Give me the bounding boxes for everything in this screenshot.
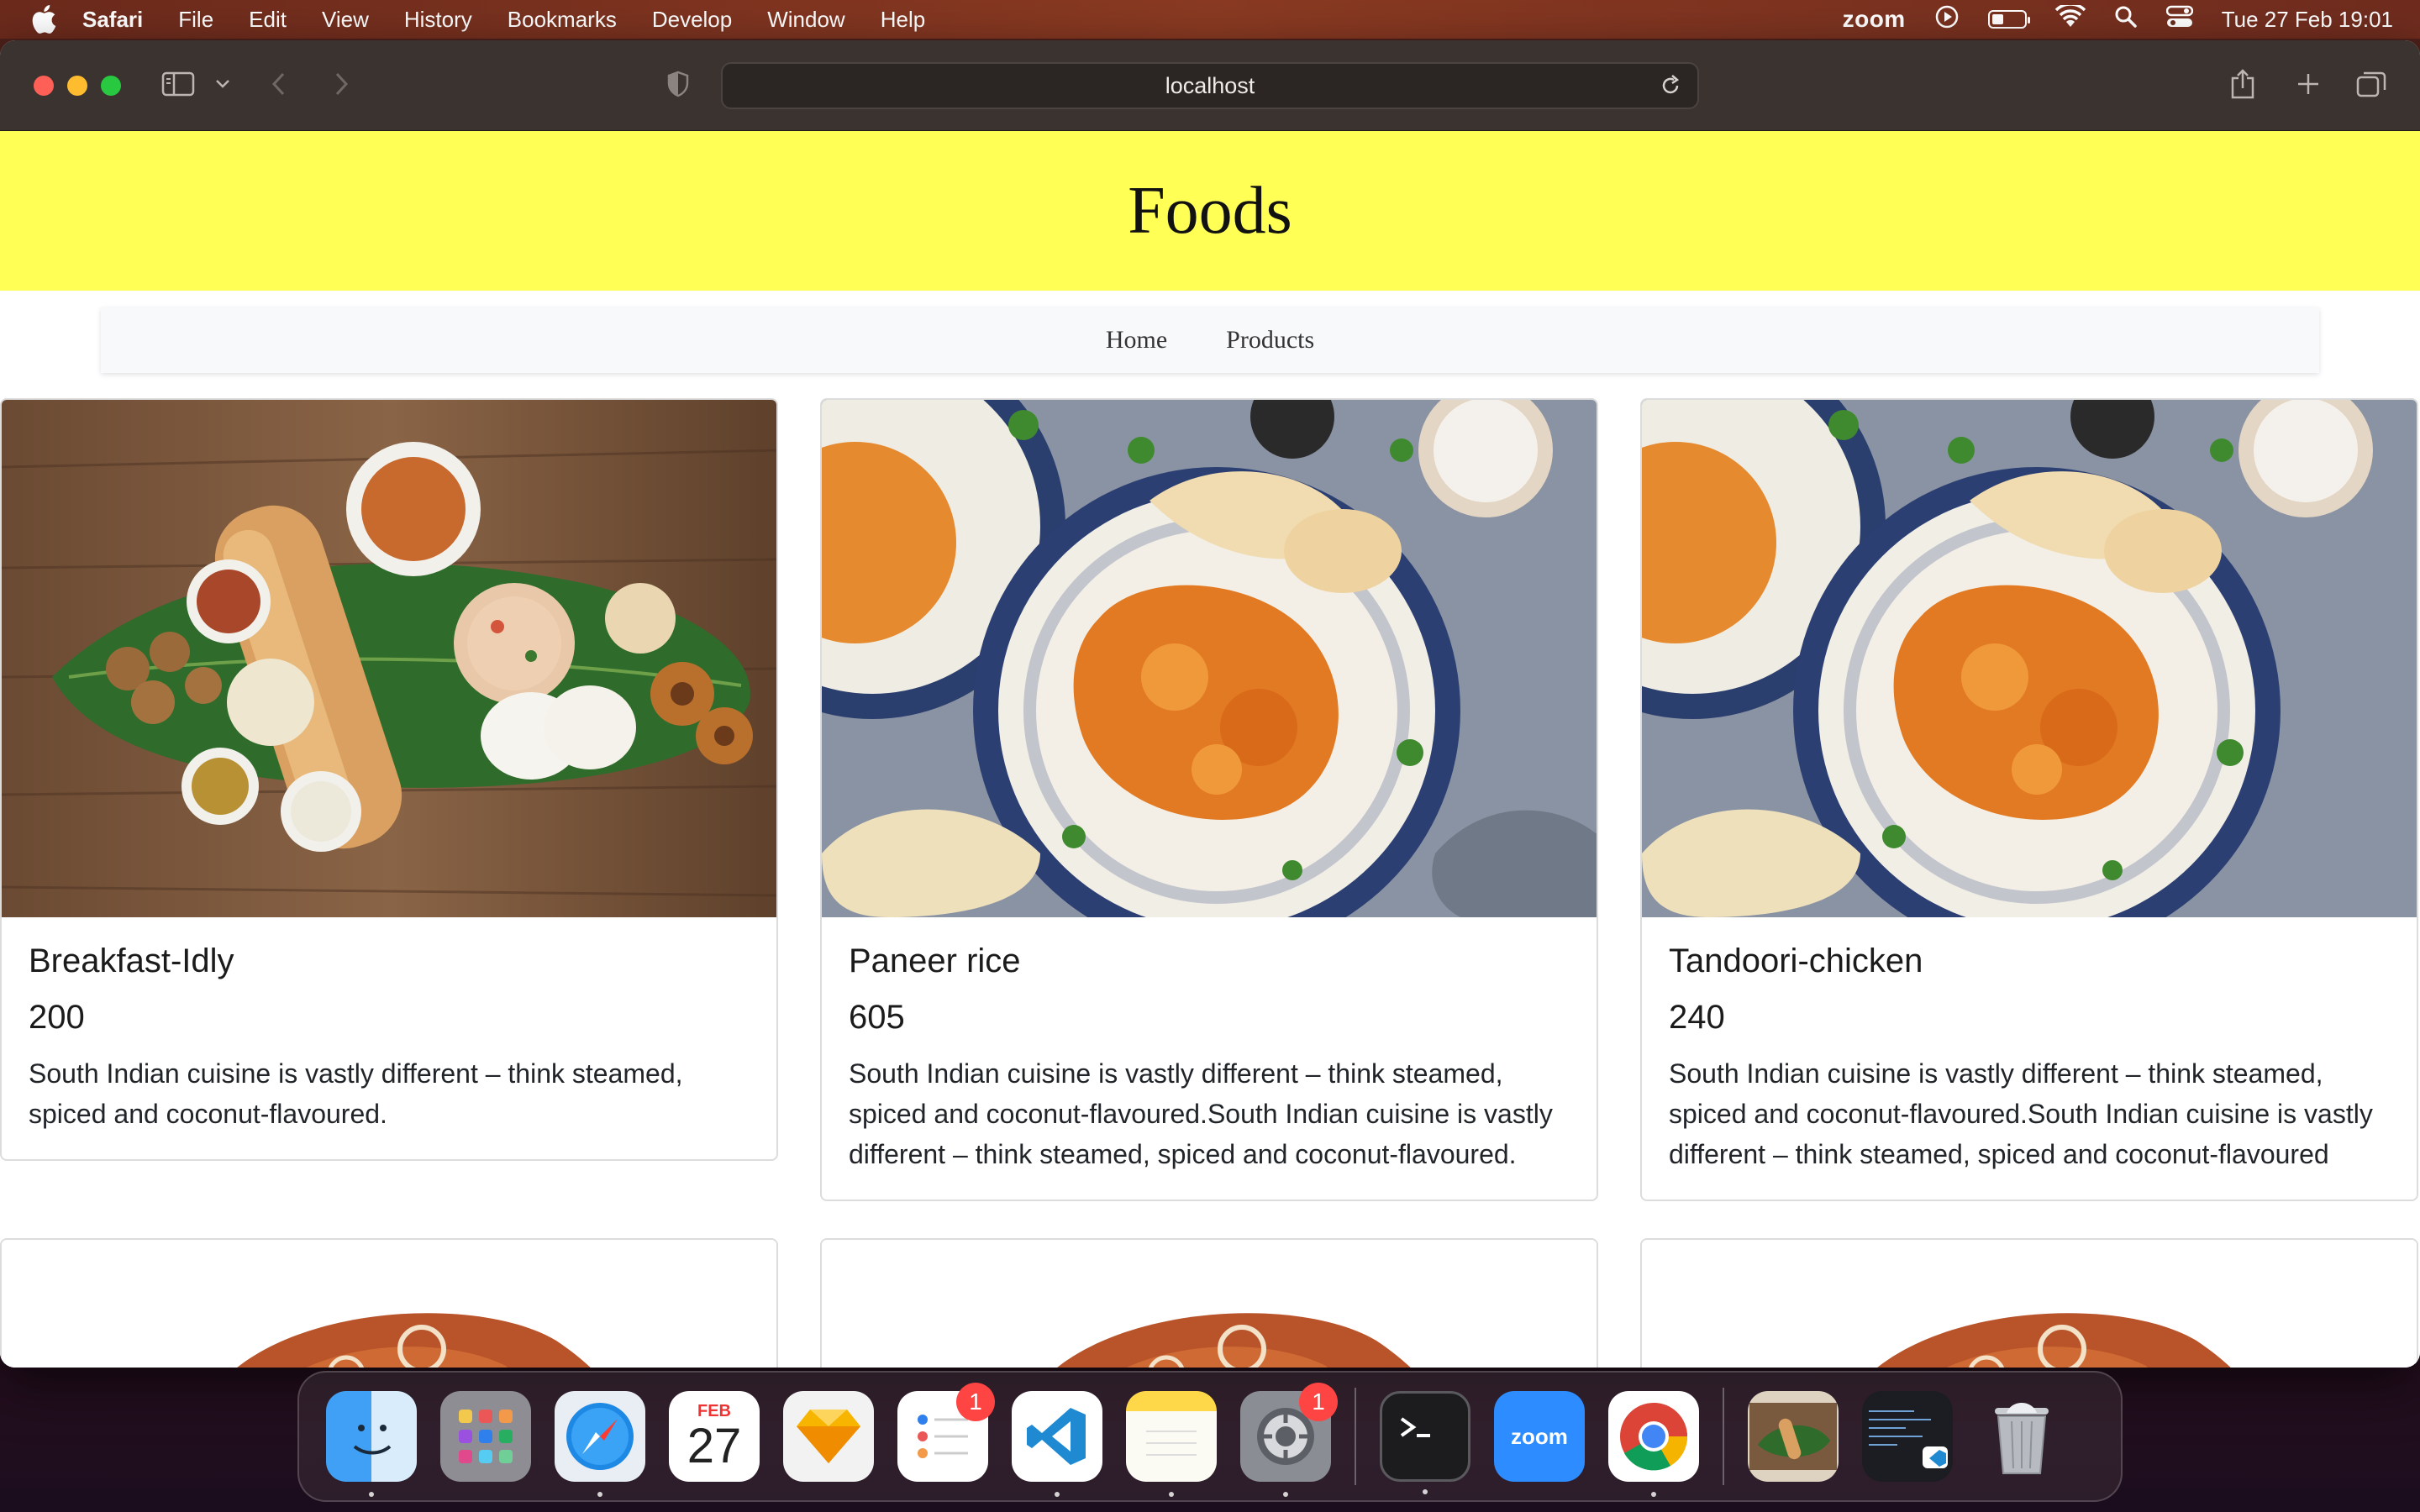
menu-develop[interactable]: Develop (652, 7, 732, 33)
zoom-status-item[interactable]: zoom (1843, 6, 1906, 33)
spotlight-search-icon[interactable] (2114, 5, 2138, 34)
finder-icon[interactable] (326, 1391, 417, 1497)
product-card-partial[interactable] (1640, 1238, 2418, 1368)
battery-icon[interactable] (1987, 10, 2030, 29)
address-text: localhost (1165, 72, 1255, 98)
browser-toolbar: localhost (0, 40, 2420, 131)
page-title: Foods (1128, 173, 1292, 248)
calendar-day: 27 (687, 1418, 742, 1473)
product-card-partial[interactable] (0, 1238, 778, 1368)
safari-window: localhost Foods Home Products Breakfast-… (0, 40, 2420, 1368)
menu-edit[interactable]: Edit (249, 7, 287, 33)
calendar-icon[interactable]: FEB 27 (669, 1391, 760, 1482)
menu-bar: Safari File Edit View History Bookmarks … (0, 0, 2420, 39)
product-image-tandoori-chicken (1642, 400, 2417, 917)
menu-window[interactable]: Window (767, 7, 844, 33)
control-center-icon[interactable] (2165, 5, 2193, 34)
menu-view[interactable]: View (322, 7, 369, 33)
product-image-chicken (2, 1240, 776, 1368)
address-bar[interactable]: localhost (721, 62, 1699, 109)
reload-icon[interactable] (1659, 74, 1682, 103)
product-price: 200 (29, 999, 85, 1036)
running-indicator (369, 1492, 374, 1497)
new-tab-icon[interactable] (2296, 66, 2321, 102)
product-price: 605 (849, 999, 905, 1036)
forward-arrow-icon[interactable] (333, 66, 350, 102)
minimized-window-code-thumbnail[interactable] (1862, 1391, 1953, 1482)
web-page: Foods Home Products Breakfast-Idly 200 S… (0, 131, 2420, 1368)
minimized-window-photo-thumbnail[interactable] (1748, 1391, 1839, 1482)
product-card-body: Paneer rice 605 South Indian cuisine is … (822, 917, 1597, 1200)
running-indicator (597, 1492, 602, 1497)
trash-icon[interactable] (1976, 1391, 2067, 1482)
launchpad-icon[interactable] (440, 1391, 531, 1482)
notes-icon[interactable] (1126, 1391, 1217, 1497)
menu-file[interactable]: File (178, 7, 213, 33)
site-navbar: Home Products (101, 307, 2319, 373)
reminders-icon[interactable]: 1 (897, 1383, 995, 1482)
product-image-breakfast (2, 400, 776, 917)
product-title: Paneer rice (849, 942, 1021, 979)
navbar-container: Home Products (0, 291, 2420, 373)
apple-icon[interactable] (27, 3, 60, 36)
share-icon[interactable] (2230, 66, 2255, 102)
wifi-icon[interactable] (2054, 2, 2086, 34)
product-image-chicken (1642, 1240, 2417, 1368)
product-price: 240 (1669, 999, 1725, 1036)
product-title: Breakfast-Idly (29, 942, 234, 979)
chevron-down-icon[interactable] (215, 66, 230, 102)
product-image-chicken (822, 1240, 1597, 1368)
product-description: South Indian cuisine is vastly different… (849, 1058, 1553, 1169)
minimize-window-button[interactable] (67, 76, 87, 96)
back-arrow-icon[interactable] (271, 66, 287, 102)
sidebar-toggle-icon[interactable] (161, 66, 195, 102)
product-card[interactable]: Paneer rice 605 South Indian cuisine is … (820, 398, 1598, 1201)
fullscreen-window-button[interactable] (101, 76, 121, 96)
sketch-icon[interactable] (783, 1391, 874, 1482)
tab-overview-icon[interactable] (2356, 66, 2386, 102)
product-description: South Indian cuisine is vastly different… (29, 1058, 683, 1129)
product-card[interactable]: Tandoori-chicken 240 South Indian cuisin… (1640, 398, 2418, 1201)
close-window-button[interactable] (34, 76, 54, 96)
menubar-clock[interactable]: Tue 27 Feb 19:01 (2222, 7, 2393, 33)
product-title: Tandoori-chicken (1669, 942, 1923, 979)
menu-history[interactable]: History (404, 7, 472, 33)
product-card-body: Breakfast-Idly 200 South Indian cuisine … (2, 917, 776, 1159)
running-indicator (1169, 1492, 1174, 1497)
zoom-app-label: zoom (1511, 1423, 1568, 1449)
play-icon[interactable] (1934, 4, 1960, 35)
nav-link-products[interactable]: Products (1226, 326, 1314, 354)
nav-link-home[interactable]: Home (1106, 326, 1167, 354)
window-controls (34, 76, 121, 96)
zoom-app-icon[interactable]: zoom (1494, 1391, 1585, 1482)
safari-icon[interactable] (555, 1391, 645, 1497)
running-indicator (1423, 1489, 1428, 1494)
notification-badge: 1 (1299, 1383, 1338, 1421)
page-header: Foods (0, 131, 2420, 291)
notification-badge: 1 (956, 1383, 995, 1421)
privacy-shield-icon[interactable] (667, 66, 689, 102)
vscode-icon[interactable] (1012, 1391, 1102, 1497)
system-settings-icon[interactable]: 1 (1240, 1383, 1338, 1497)
product-card-partial[interactable] (820, 1238, 1598, 1368)
menu-help[interactable]: Help (881, 7, 925, 33)
product-description: South Indian cuisine is vastly different… (1669, 1058, 2373, 1169)
menu-bookmarks[interactable]: Bookmarks (508, 7, 617, 33)
product-image-paneer-rice (822, 400, 1597, 917)
battery-level-fill (1991, 14, 2003, 24)
terminal-icon[interactable] (1380, 1391, 1470, 1494)
dock-separator (1355, 1388, 1356, 1485)
product-card-body: Tandoori-chicken 240 South Indian cuisin… (1642, 917, 2417, 1200)
dock-separator (1723, 1388, 1724, 1485)
running-indicator (1651, 1492, 1656, 1497)
menu-app-name[interactable]: Safari (82, 7, 143, 33)
running-indicator (1283, 1492, 1288, 1497)
product-card[interactable]: Breakfast-Idly 200 South Indian cuisine … (0, 398, 778, 1161)
running-indicator (1055, 1492, 1060, 1497)
dock: FEB 27 1 1 zoom (297, 1371, 2123, 1502)
chrome-icon[interactable] (1608, 1391, 1699, 1497)
